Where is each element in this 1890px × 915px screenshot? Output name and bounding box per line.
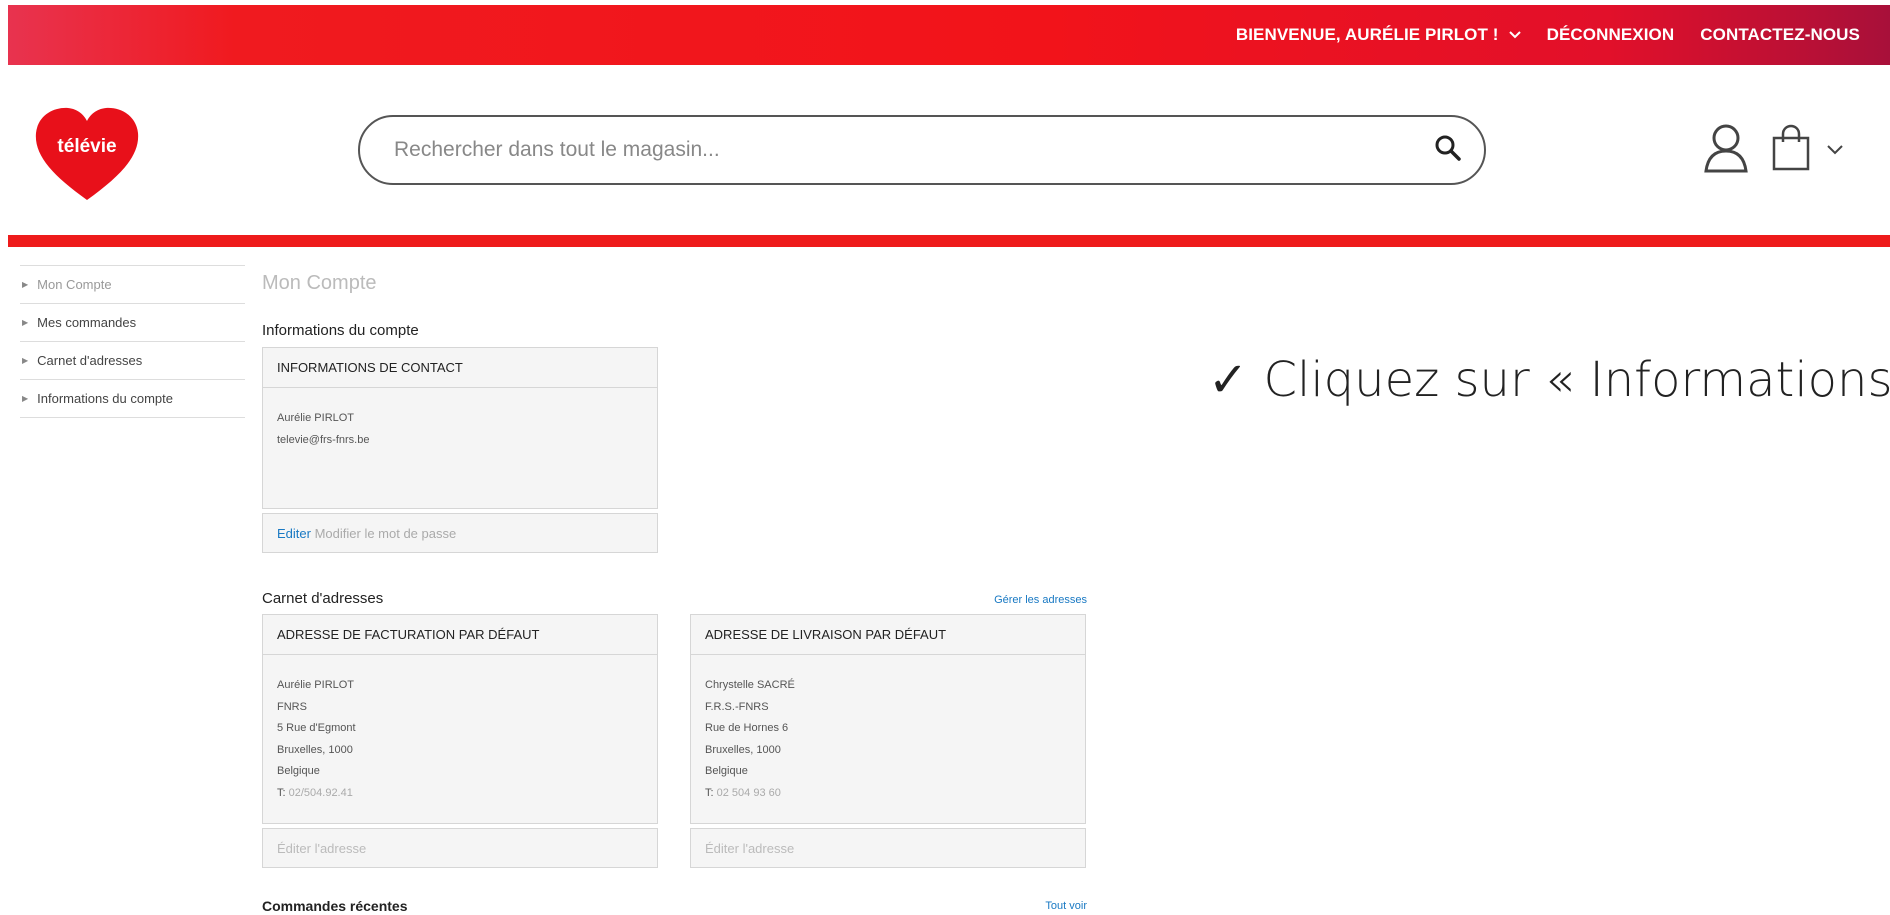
edit-link[interactable]: Editer: [277, 526, 311, 541]
televie-logo[interactable]: télévie: [32, 105, 142, 205]
sidebar-item-mes-commandes[interactable]: ▶ Mes commandes: [20, 304, 245, 342]
sidebar-item-carnet-adresses[interactable]: ▶ Carnet d'adresses: [20, 342, 245, 380]
box-content: Chrystelle SACRÉ F.R.S.-FNRS Rue de Horn…: [691, 655, 1085, 823]
contact-info-box: INFORMATIONS DE CONTACT Aurélie PIRLOT t…: [262, 347, 658, 509]
search-icon[interactable]: [1434, 134, 1462, 167]
manage-addresses-link[interactable]: Gérer les adresses: [994, 594, 1087, 606]
logout-link[interactable]: DÉCONNEXION: [1547, 25, 1675, 45]
address-line: Bruxelles, 1000: [705, 743, 781, 756]
main-content: Mon Compte Informations du compte INFORM…: [262, 272, 1087, 914]
box-title: ADRESSE DE FACTURATION PAR DÉFAUT: [263, 615, 657, 655]
edit-address-link[interactable]: Éditer l'adresse: [262, 828, 658, 868]
cart-chevron-down-icon[interactable]: [1827, 142, 1843, 160]
phone-line: T: 02/504.92.41: [277, 783, 643, 805]
top-bar: BIENVENUE, AURÉLIE PIRLOT ! DÉCONNEXION …: [8, 5, 1890, 65]
account-sidebar: ▶ Mon Compte ▶ Mes commandes ▶ Carnet d'…: [20, 265, 245, 418]
sidebar-item-informations-compte[interactable]: ▶ Informations du compte: [20, 380, 245, 418]
welcome-label: BIENVENUE, AURÉLIE PIRLOT !: [1235, 25, 1499, 44]
phone-number[interactable]: 02 504 93 60: [717, 787, 781, 799]
address-line: 5 Rue d'Egmont: [277, 722, 356, 734]
contact-email: televie@frs-fnrs.be: [277, 433, 370, 446]
sidebar-item-label: Carnet d'adresses: [37, 353, 143, 368]
header-icons: [1703, 123, 1843, 178]
instruction-text: Cliquez sur « Informations d: [1263, 352, 1890, 408]
box-title: ADRESSE DE LIVRAISON PAR DÉFAUT: [691, 615, 1085, 655]
search-box[interactable]: Rechercher dans tout le magasin...: [358, 115, 1486, 185]
box-content: Aurélie PIRLOT FNRS 5 Rue d'Egmont Bruxe…: [263, 655, 657, 823]
chevron-down-icon: [1508, 28, 1521, 42]
section-title: Carnet d'adresses: [262, 590, 384, 607]
address-line: Bruxelles, 1000: [277, 743, 353, 756]
site-header: télévie Rechercher dans tout le magasin.…: [8, 65, 1890, 235]
sidebar-item-label: Mon Compte: [37, 277, 112, 292]
shipping-address-card: ADRESSE DE LIVRAISON PAR DÉFAUT Chrystel…: [690, 614, 1086, 868]
sidebar-item-label: Informations du compte: [37, 391, 174, 406]
sidebar-item-mon-compte[interactable]: ▶ Mon Compte: [20, 266, 245, 304]
sidebar-item-label: Mes commandes: [37, 315, 137, 330]
caret-right-icon: ▶: [22, 318, 29, 327]
box-title: INFORMATIONS DE CONTACT: [263, 348, 657, 388]
view-all-link[interactable]: Tout voir: [1045, 900, 1087, 912]
welcome-menu[interactable]: BIENVENUE, AURÉLIE PIRLOT !: [1236, 25, 1521, 45]
header-divider: [8, 235, 1890, 247]
checkmark-icon: ✓: [1208, 352, 1249, 408]
address-line: Belgique: [705, 765, 748, 777]
instruction-callout: ✓ Cliquez sur « Informations d: [1208, 352, 1890, 408]
contact-link[interactable]: CONTACTEZ-NOUS: [1700, 25, 1860, 45]
search-input[interactable]: Rechercher dans tout le magasin...: [394, 138, 1434, 162]
address-line: Aurélie PIRLOT: [277, 679, 355, 691]
logo-text: télévie: [57, 136, 116, 157]
box-actions: Editer Modifier le mot de passe: [262, 513, 658, 553]
caret-right-icon: ▶: [22, 356, 29, 365]
address-line: F.R.S.-FNRS: [705, 700, 769, 713]
address-book-section: Carnet d'adresses Gérer les adresses ADR…: [262, 590, 1087, 868]
change-password-link[interactable]: Modifier le mot de passe: [315, 526, 457, 541]
phone-line: T: 02 504 93 60: [705, 783, 1071, 805]
contact-name: Aurélie PIRLOT: [277, 412, 355, 424]
box-content: Aurélie PIRLOT televie@frs-fnrs.be: [263, 388, 657, 508]
phone-label: T:: [705, 786, 714, 799]
address-line: Chrystelle SACRÉ: [705, 679, 795, 691]
address-line: Rue de Hornes 6: [705, 722, 789, 734]
address-line: Belgique: [277, 765, 320, 777]
caret-right-icon: ▶: [22, 394, 29, 403]
account-info-section: Informations du compte INFORMATIONS DE C…: [262, 322, 658, 553]
billing-address-card: ADRESSE DE FACTURATION PAR DÉFAUT Auréli…: [262, 614, 658, 868]
phone-label: T:: [277, 786, 286, 799]
recent-orders-section: Commandes récentes Tout voir: [262, 898, 1087, 914]
address-line: FNRS: [277, 700, 307, 713]
section-title: Commandes récentes: [262, 898, 408, 914]
user-icon[interactable]: [1703, 123, 1749, 178]
section-title: Informations du compte: [262, 322, 419, 339]
edit-address-link[interactable]: Éditer l'adresse: [690, 828, 1086, 868]
page-title: Mon Compte: [262, 272, 377, 294]
phone-number[interactable]: 02/504.92.41: [289, 787, 353, 799]
caret-right-icon: ▶: [22, 280, 29, 289]
cart-icon[interactable]: [1771, 124, 1811, 177]
